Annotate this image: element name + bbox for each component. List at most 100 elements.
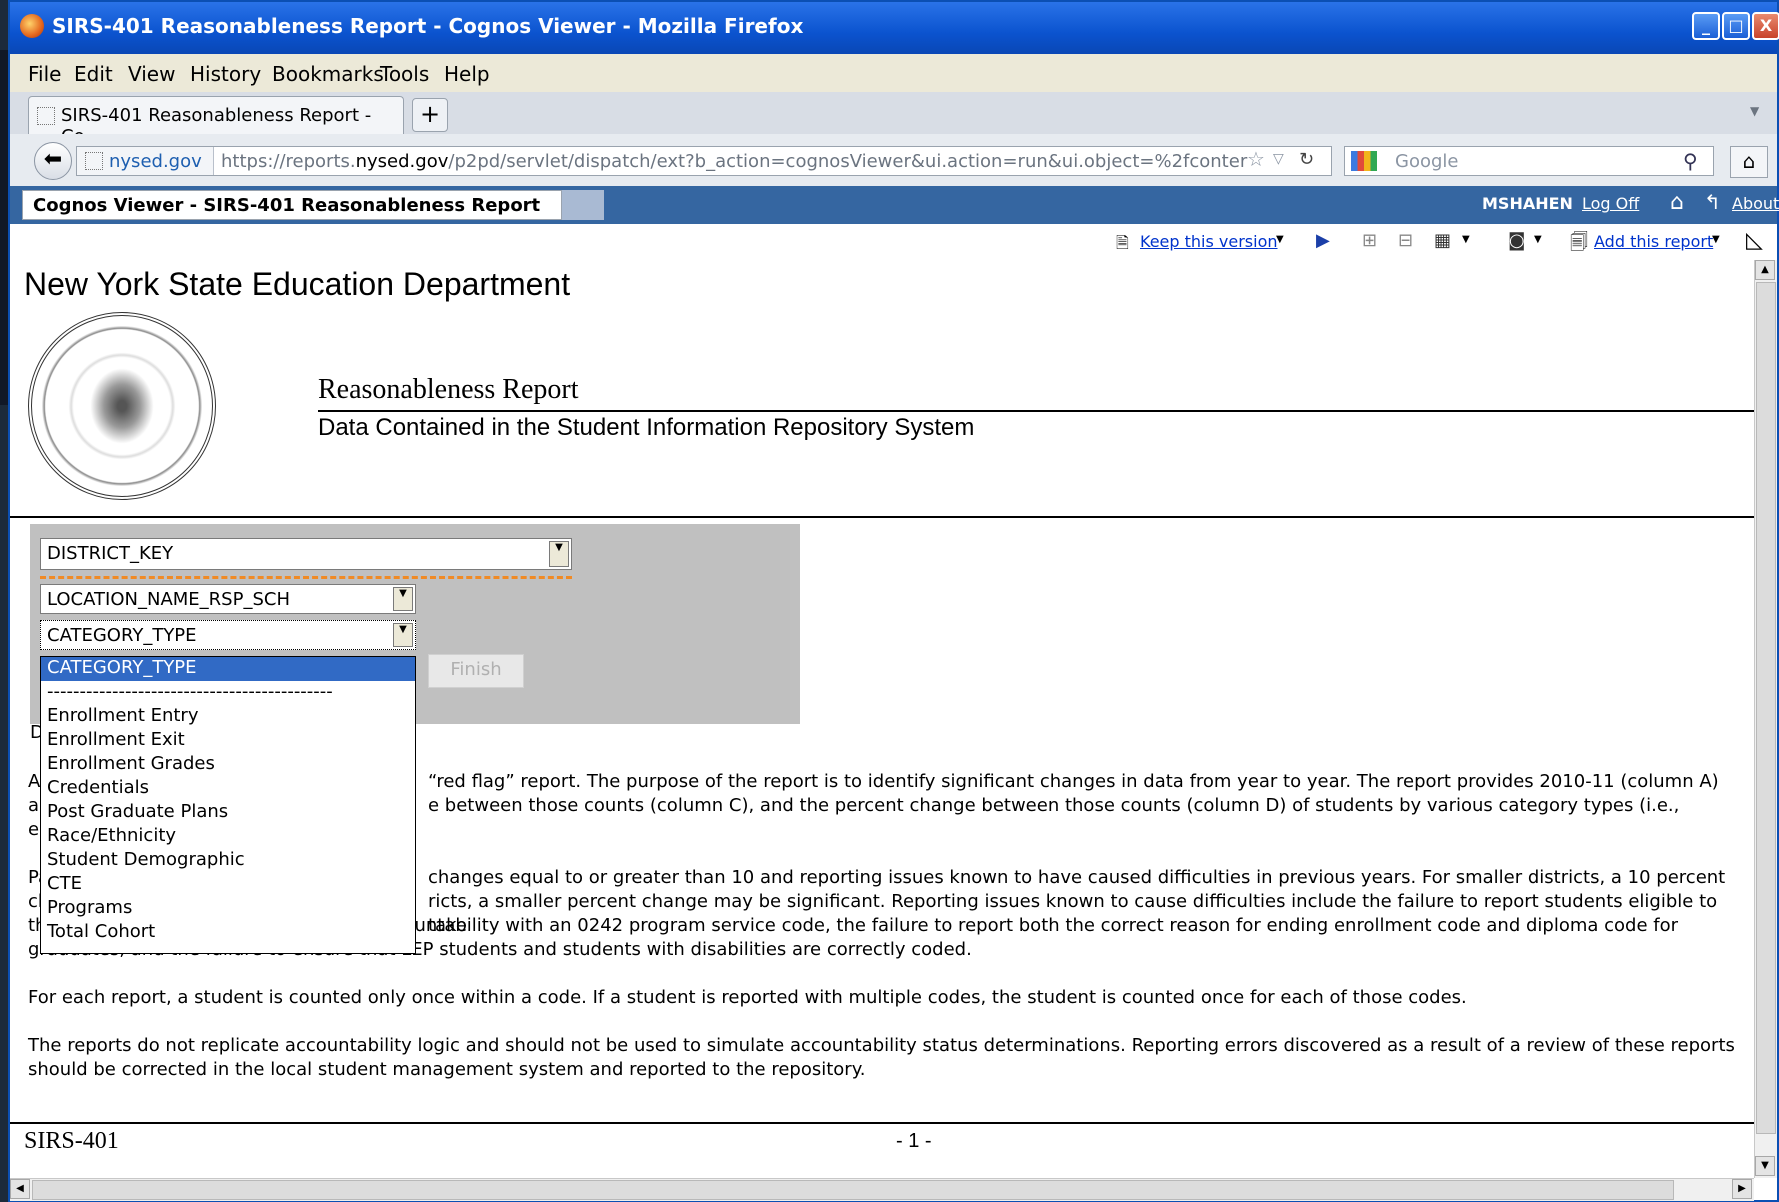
dropdown-option[interactable]: Student Demographic (41, 849, 415, 873)
tab-list-chevron-icon[interactable]: ▼ (1750, 104, 1759, 118)
menu-help[interactable]: Help (444, 62, 490, 86)
title-bar: SIRS-401 Reasonableness Report - Cognos … (10, 2, 1779, 54)
scroll-down-icon[interactable]: ▼ (1755, 1156, 1775, 1176)
google-engine-icon[interactable] (1351, 151, 1377, 171)
user-name: MSHAHEN (1482, 194, 1573, 213)
home-icon[interactable]: ⌂ (1670, 190, 1684, 215)
horizontal-scroll-thumb[interactable] (32, 1180, 1674, 1200)
district-select[interactable]: DISTRICT_KEY ▼ (40, 538, 572, 570)
footer-page-number: - 1 - (896, 1130, 932, 1152)
focus-dashes (40, 576, 572, 579)
navigation-bar: ⬅ nysed.gov https://reports.nysed.gov/p2… (10, 134, 1777, 187)
menu-bookmarks[interactable]: Bookmarks (272, 62, 384, 86)
home-button[interactable]: ⌂ (1730, 146, 1768, 178)
bookmark-star-icon[interactable]: ☆ (1247, 147, 1265, 171)
about-link[interactable]: About (1732, 194, 1779, 213)
search-placeholder: Google (1395, 151, 1459, 172)
dropdown-option[interactable]: Enrollment Entry (41, 705, 415, 729)
menu-tools[interactable]: Tools (380, 62, 429, 86)
para4-line1: The reports do not replicate accountabil… (28, 1035, 1735, 1056)
dropdown-option[interactable]: Enrollment Exit (41, 729, 415, 753)
view-format-icon[interactable]: ◙ (1508, 230, 1525, 251)
reload-icon[interactable]: ↻ (1299, 149, 1314, 170)
dropdown-option[interactable]: Race/Ethnicity (41, 825, 415, 849)
location-select[interactable]: LOCATION_NAME_RSP_SCH ▼ (40, 584, 416, 614)
add-report-icon[interactable]: 🗐 (1570, 230, 1588, 260)
para1-line1-right: “red flag” report. The purpose of the re… (428, 771, 1719, 792)
menu-history[interactable]: History (190, 62, 261, 86)
horizontal-scrollbar[interactable]: ◀ ▶ (10, 1178, 1754, 1201)
report-content: New York State Education Department Reas… (10, 260, 1754, 1178)
state-seal-icon (28, 312, 216, 500)
scroll-right-icon[interactable]: ▶ (1732, 1179, 1752, 1199)
related-links-chevron-icon[interactable]: ▼ (1462, 234, 1470, 245)
run-icon[interactable]: ▶ (1316, 230, 1330, 251)
drill-down-icon[interactable]: ⊞ (1362, 230, 1377, 251)
dropdown-option[interactable]: CTE (41, 873, 415, 897)
report-title: Reasonableness Report (318, 374, 579, 405)
related-links-icon[interactable]: ▦ (1434, 230, 1451, 251)
browser-window: SIRS-401 Reasonableness Report - Cognos … (8, 0, 1779, 1202)
keep-version-link[interactable]: Keep this version (1140, 232, 1278, 251)
firefox-logo-icon (20, 14, 44, 38)
cognos-title-box: Cognos Viewer - SIRS-401 Reasonableness … (22, 190, 562, 220)
chevron-down-icon[interactable]: ▼ (393, 587, 413, 611)
menu-view[interactable]: View (128, 62, 175, 86)
dropdown-option[interactable]: Total Cohort (41, 921, 415, 945)
footer-rule (10, 1122, 1754, 1124)
report-subtitle: Data Contained in the Student Informatio… (318, 414, 975, 441)
dropdown-option[interactable]: Programs (41, 897, 415, 921)
drill-up-icon[interactable]: ⊟ (1398, 230, 1413, 251)
scroll-up-icon[interactable]: ▲ (1755, 260, 1775, 280)
ruler-icon[interactable]: ◺ (1746, 228, 1763, 253)
para4-line2: should be corrected in the local student… (28, 1059, 866, 1080)
chevron-down-icon[interactable]: ▼ (549, 541, 569, 567)
close-button[interactable]: X (1752, 12, 1779, 40)
cognos-title: Cognos Viewer - SIRS-401 Reasonableness … (33, 195, 541, 216)
para3: For each report, a student is counted on… (28, 987, 1467, 1008)
para2-line1-right: changes equal to or greater than 10 and … (428, 867, 1726, 888)
add-report-chevron-icon[interactable]: ▼ (1712, 234, 1720, 245)
site-favicon-icon (85, 152, 103, 170)
dropdown-option[interactable]: Enrollment Grades (41, 753, 415, 777)
location-select-value: LOCATION_NAME_RSP_SCH (47, 589, 290, 610)
dropdown-option[interactable]: Post Graduate Plans (41, 801, 415, 825)
add-report-link[interactable]: Add this report (1594, 232, 1713, 251)
search-magnifier-icon[interactable]: ⚲ (1683, 149, 1698, 173)
category-select[interactable]: CATEGORY_TYPE ▼ (40, 620, 416, 650)
return-icon[interactable]: ↰ (1704, 190, 1721, 214)
url-text: https://reports.nysed.gov/p2pd/servlet/d… (221, 151, 1248, 172)
department-name: New York State Education Department (24, 266, 571, 302)
vertical-scrollbar[interactable]: ▲ ▼ (1754, 260, 1777, 1178)
log-off-link[interactable]: Log Off (1582, 194, 1639, 213)
search-bar[interactable]: Google ⚲ (1344, 146, 1714, 176)
tab-report[interactable]: SIRS-401 Reasonableness Report - Co... (28, 96, 404, 147)
vertical-scroll-thumb[interactable] (1756, 282, 1776, 1134)
minimize-button[interactable]: _ (1692, 12, 1720, 40)
category-select-value: CATEGORY_TYPE (47, 625, 197, 646)
chevron-down-icon[interactable]: ▼ (393, 623, 413, 647)
cognos-header: Cognos Viewer - SIRS-401 Reasonableness … (10, 186, 1779, 226)
menu-file[interactable]: File (28, 62, 61, 86)
new-tab-button[interactable]: + (412, 98, 448, 132)
keep-version-icon[interactable]: 🗎 (1116, 232, 1129, 259)
scroll-left-icon[interactable]: ◀ (10, 1179, 30, 1199)
site-identity-label: nysed.gov (109, 151, 202, 172)
maximize-button[interactable]: □ (1722, 12, 1750, 40)
back-button[interactable]: ⬅ (34, 142, 72, 180)
finish-button[interactable]: Finish (428, 654, 524, 688)
tab-bar: SIRS-401 Reasonableness Report - Co... +… (10, 92, 1777, 147)
title-rule (318, 410, 1754, 412)
page-favicon-icon (37, 107, 55, 125)
dropdown-option[interactable]: Credentials (41, 777, 415, 801)
dropdown-option[interactable]: CATEGORY_TYPE (41, 657, 415, 681)
para1-line2-right: e between those counts (column C), and t… (428, 795, 1680, 816)
history-dropdown-icon[interactable]: ▽ (1273, 151, 1284, 167)
url-bar[interactable]: nysed.gov https://reports.nysed.gov/p2pd… (76, 146, 1332, 176)
district-select-value: DISTRICT_KEY (47, 543, 174, 564)
keep-version-chevron-icon[interactable]: ▼ (1276, 234, 1284, 245)
window-title: SIRS-401 Reasonableness Report - Cognos … (52, 14, 804, 38)
menu-edit[interactable]: Edit (74, 62, 113, 86)
view-format-chevron-icon[interactable]: ▼ (1534, 234, 1542, 245)
site-identity[interactable]: nysed.gov (77, 147, 214, 175)
